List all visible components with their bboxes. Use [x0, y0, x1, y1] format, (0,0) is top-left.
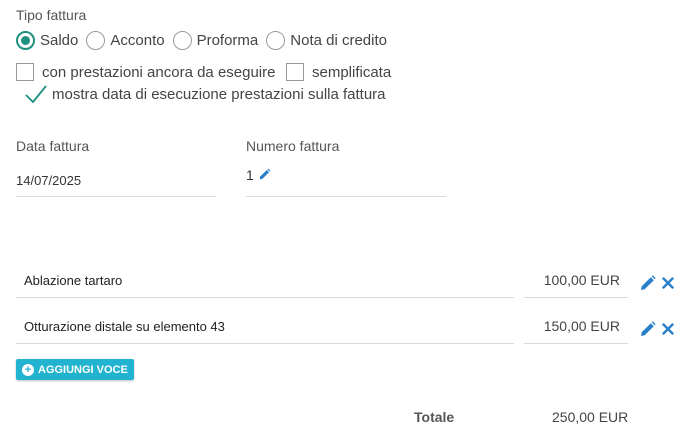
remove-item-close-icon[interactable] — [662, 323, 674, 335]
pending-services-checkbox[interactable] — [16, 63, 34, 81]
radio-nota-di-credito-indicator[interactable] — [266, 31, 286, 50]
radio-saldo-label[interactable]: Saldo — [40, 32, 78, 49]
plus-circle-icon: + — [22, 363, 34, 376]
invoice-type-radio-group: Saldo Acconto Proforma Nota di credito — [16, 31, 395, 50]
edit-item-pencil-icon[interactable] — [640, 275, 656, 291]
radio-saldo-indicator[interactable] — [16, 31, 35, 50]
item-price-underline — [524, 297, 628, 298]
edit-item-pencil-icon[interactable] — [640, 321, 656, 337]
add-item-label: AGGIUNGI VOCE — [38, 363, 128, 376]
radio-nota-di-credito-label[interactable]: Nota di credito — [290, 32, 387, 49]
radio-proforma[interactable]: Proforma — [172, 31, 265, 50]
invoice-date-label: Data fattura — [16, 138, 90, 154]
invoice-number-value: 1 — [246, 167, 254, 183]
invoice-number-label: Numero fattura — [246, 138, 340, 154]
item-description-underline — [16, 297, 514, 298]
radio-proforma-indicator[interactable] — [172, 31, 192, 50]
radio-acconto-indicator[interactable] — [86, 31, 106, 50]
invoice-date-input[interactable]: 14/07/2025 — [16, 173, 81, 188]
invoice-date-underline — [16, 196, 216, 197]
pending-services-label[interactable]: con prestazioni ancora da eseguire — [42, 64, 275, 81]
remove-item-close-icon[interactable] — [662, 277, 674, 289]
item-price-underline — [524, 343, 628, 344]
radio-saldo[interactable]: Saldo — [16, 31, 84, 50]
show-date-checkmark-icon[interactable] — [24, 83, 48, 105]
invoice-number-underline — [246, 196, 446, 197]
radio-nota-di-credito[interactable]: Nota di credito — [266, 31, 393, 50]
item-price[interactable]: 150,00 EUR — [524, 318, 620, 334]
radio-acconto-label[interactable]: Acconto — [110, 32, 164, 49]
item-description[interactable]: Otturazione distale su elemento 43 — [24, 319, 225, 334]
simplified-checkbox[interactable] — [286, 63, 304, 81]
total-value: 250,00 EUR — [552, 409, 629, 425]
radio-acconto[interactable]: Acconto — [86, 31, 170, 50]
edit-number-pencil-icon[interactable] — [258, 168, 271, 181]
show-date-label[interactable]: mostra data di esecuzione prestazioni su… — [52, 86, 386, 103]
simplified-label[interactable]: semplificata — [312, 64, 391, 81]
radio-proforma-label[interactable]: Proforma — [197, 32, 259, 49]
total-label: Totale — [414, 409, 455, 425]
item-description[interactable]: Ablazione tartaro — [24, 273, 122, 288]
add-item-button[interactable]: + AGGIUNGI VOCE — [16, 359, 134, 380]
item-description-underline — [16, 343, 514, 344]
item-price[interactable]: 100,00 EUR — [524, 272, 620, 288]
invoice-type-label: Tipo fattura — [16, 7, 87, 23]
